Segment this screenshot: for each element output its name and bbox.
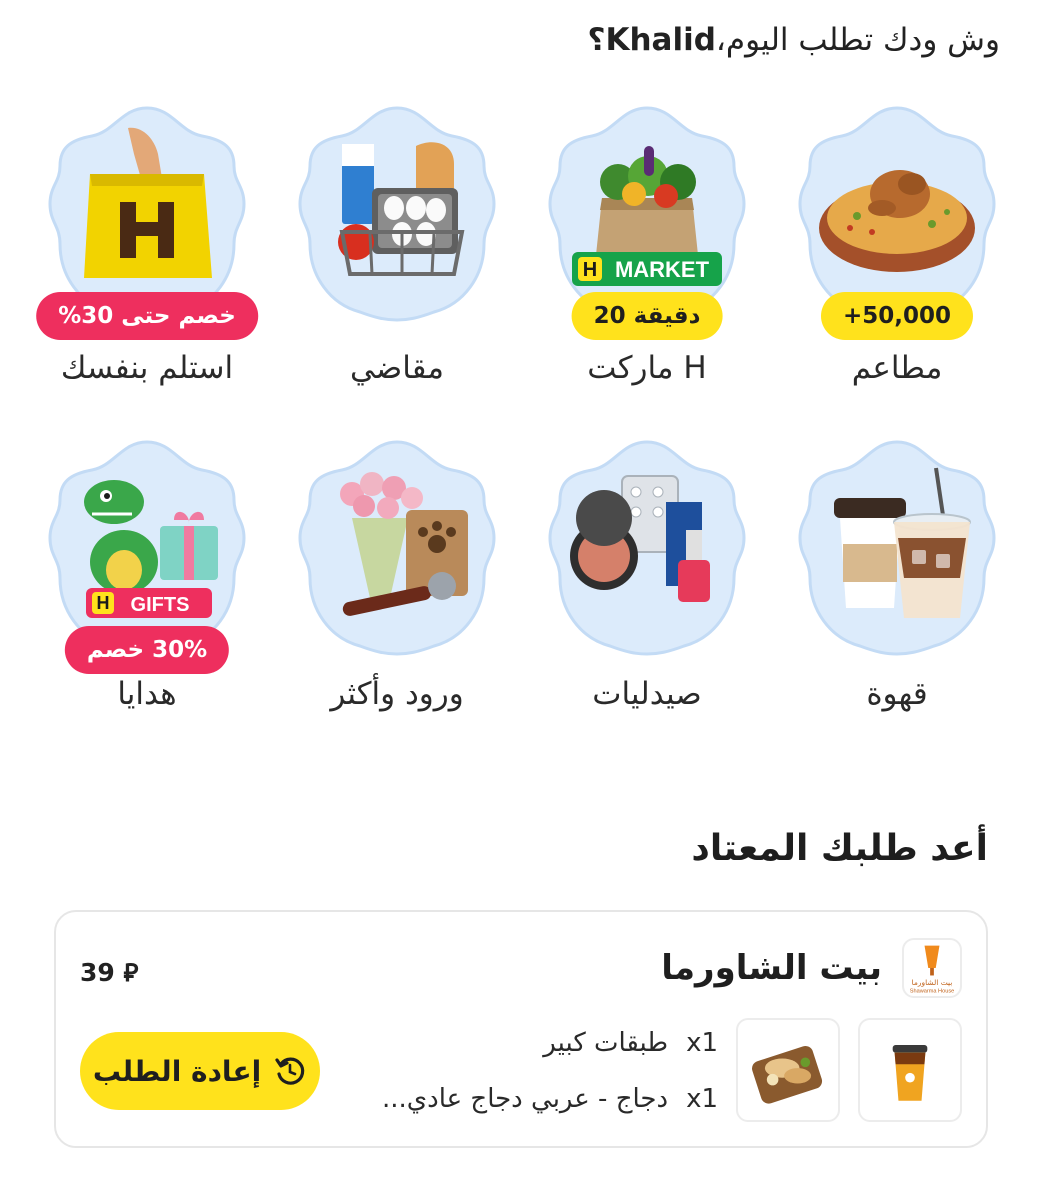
pickup-bag-icon — [84, 127, 212, 278]
category-label: ورود وأكثر — [330, 676, 464, 712]
category-pharmacies[interactable]: صيدليات — [542, 440, 752, 734]
item-name: دجاج - عربي دجاج عادي... — [381, 1084, 669, 1114]
biryani-chicken-icon — [819, 170, 975, 272]
logo-text-en: Shawarma House — [910, 988, 954, 994]
category-groceries[interactable]: مقاضي — [292, 106, 502, 400]
pickup-discount-badge: خصم حتى 30% — [36, 292, 258, 340]
category-label: هدايا — [117, 676, 177, 712]
restaurant-logo: بيت الشاورما Shawarma House — [902, 938, 962, 998]
food-platter-icon — [752, 1045, 823, 1104]
category-pickup[interactable]: خصم حتى 30% استلم بنفسك — [36, 106, 258, 400]
order-price: 39 ⃁ — [80, 956, 138, 988]
category-label: مطاعم — [851, 350, 943, 386]
order-item-line: x1 دجاج - عربي دجاج عادي... — [382, 1084, 718, 1114]
coffee-cups-icon — [834, 467, 971, 618]
category-label: H ماركت — [587, 350, 707, 386]
item-qty: x1 — [686, 1028, 718, 1058]
category-coffee[interactable]: قهوة — [792, 440, 1002, 734]
gifts-discount-badge: 30% خصم — [64, 626, 230, 674]
category-label: صيدليات — [592, 676, 702, 712]
reorder-card[interactable]: بيت الشاورما Shawarma House بيت الشاورما… — [54, 910, 988, 1148]
drink-cup-icon — [892, 1045, 928, 1101]
gift-dino-icon: H GIFTS — [84, 480, 218, 618]
price-value: 39 — [80, 958, 115, 987]
reorder-button-label: إعادة الطلب — [92, 1054, 262, 1088]
category-restaurants[interactable]: +50,000 مطاعم — [792, 106, 1002, 400]
category-flowers-more[interactable]: ورود وأكثر — [292, 440, 502, 734]
market-tag-text: MARKET — [615, 257, 710, 282]
order-item-line: x1 طبقات كبير — [543, 1028, 718, 1058]
shawarma-house-logo-icon: بيت الشاورما Shawarma House — [910, 945, 954, 994]
item-thumbnail-drink — [858, 1018, 962, 1122]
greeting-suffix: ؟ — [587, 22, 606, 58]
grocery-basket-icon — [338, 142, 465, 276]
user-name: Khalid — [605, 22, 716, 58]
reorder-button[interactable]: إعادة الطلب — [80, 1032, 320, 1110]
svg-text:H: H — [583, 259, 597, 281]
category-grid: +50,000 مطاعم H MARKET 20 دقيقة H ماركت … — [36, 106, 1002, 734]
logo-text-ar: بيت الشاورما — [912, 978, 953, 987]
greeting-prefix: وش ودك تطلب اليوم، — [715, 22, 1000, 58]
reorder-section-title: أعد طلبك المعتاد — [691, 828, 988, 869]
restaurants-count-badge: +50,000 — [820, 292, 974, 340]
category-gifts[interactable]: H GIFTS 30% خصم هدايا — [42, 440, 252, 734]
restaurant-name: بيت الشاورما — [661, 948, 882, 988]
flowers-petfood-icon — [340, 472, 468, 616]
category-label: مقاضي — [350, 350, 444, 386]
grocery-bag-icon: H MARKET — [572, 146, 722, 286]
svg-text:H: H — [97, 593, 110, 613]
category-h-market[interactable]: H MARKET 20 دقيقة H ماركت — [542, 106, 752, 400]
delivery-time-badge: 20 دقيقة — [571, 292, 723, 340]
pharmacy-products-icon — [570, 475, 710, 602]
category-label: قهوة — [866, 676, 928, 712]
item-name: طبقات كبير — [543, 1028, 669, 1058]
home-screen: وش ودك تطلب اليوم،Khalid؟ +50,000 مطاعم — [0, 0, 1042, 1200]
category-label: استلم بنفسك — [60, 350, 234, 386]
item-qty: x1 — [686, 1084, 718, 1114]
gifts-tag-text: GIFTS — [131, 594, 190, 616]
refresh-icon — [275, 1057, 305, 1085]
riyal-currency-icon: ⃁ — [123, 958, 139, 987]
greeting: وش ودك تطلب اليوم،Khalid؟ — [587, 22, 1000, 58]
item-thumbnail-platter — [736, 1018, 840, 1122]
